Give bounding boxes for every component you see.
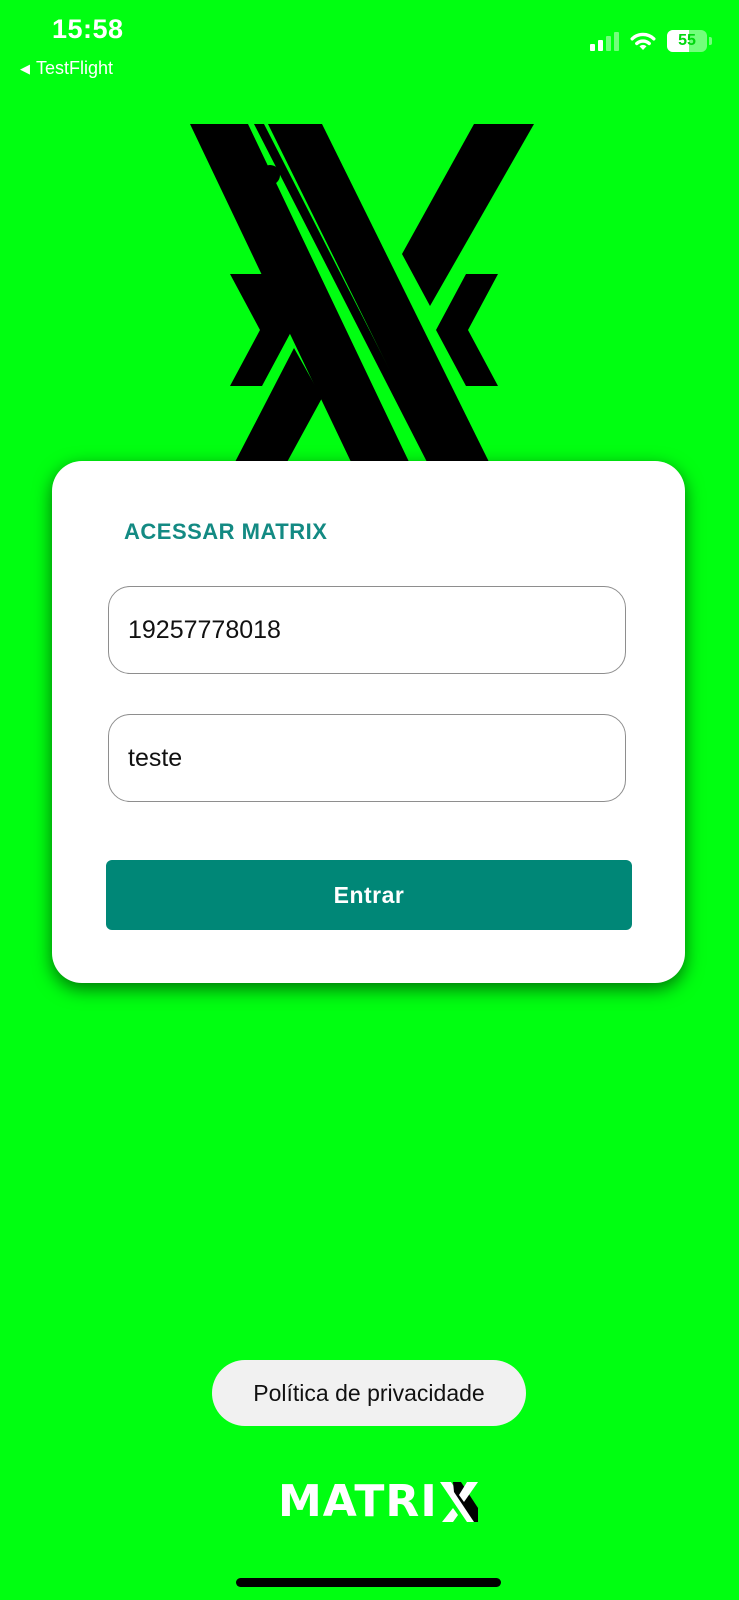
back-label: TestFlight bbox=[36, 58, 114, 78]
login-card: ACESSAR MATRIX 19257778018 teste Entrar bbox=[52, 461, 685, 983]
cellular-signal-icon bbox=[590, 31, 619, 51]
battery-level: 55 bbox=[678, 32, 696, 49]
username-field[interactable]: 19257778018 bbox=[108, 586, 626, 674]
login-title: ACESSAR MATRIX bbox=[124, 519, 328, 544]
home-indicator[interactable] bbox=[236, 1578, 501, 1587]
battery-icon: 55 bbox=[667, 30, 712, 52]
enter-button[interactable]: Entrar bbox=[106, 860, 632, 930]
brand-wordmark: MATRI bbox=[278, 1476, 438, 1527]
back-to-testflight[interactable]: ◀ TestFlight bbox=[20, 58, 113, 79]
back-arrow-icon: ◀ bbox=[20, 60, 30, 76]
matrix-brand-logo: MATRI bbox=[278, 1476, 478, 1527]
wifi-icon bbox=[630, 32, 656, 50]
brand-x-icon bbox=[439, 1481, 478, 1522]
matrix-logo-icon bbox=[190, 124, 534, 464]
status-time: 15:58 bbox=[52, 14, 124, 44]
privacy-policy-button[interactable]: Política de privacidade bbox=[212, 1360, 526, 1426]
password-field[interactable]: teste bbox=[108, 714, 626, 802]
status-indicators: 55 bbox=[590, 30, 712, 52]
